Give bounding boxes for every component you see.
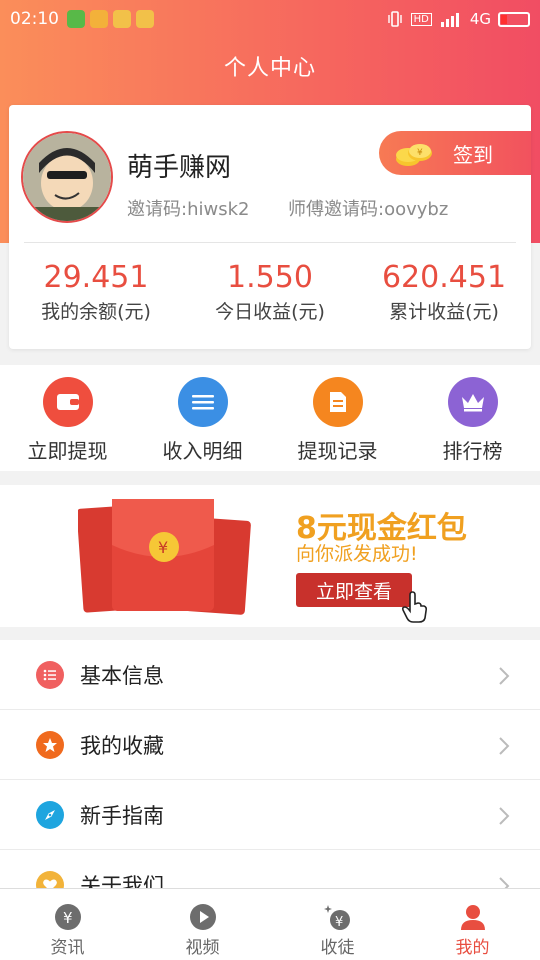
app-notify-icon (113, 10, 131, 28)
withdraw-button[interactable]: 立即提现 (0, 365, 135, 471)
chevron-right-icon (499, 737, 510, 755)
signin-label: 签到 (453, 142, 493, 167)
tab-mine[interactable]: 我的 (405, 889, 540, 960)
menu-label: 我的收藏 (80, 733, 164, 758)
network-label: 4G (469, 10, 491, 28)
yuan-coin-icon: ¥ (54, 904, 81, 930)
menu-item-favorites[interactable]: 我的收藏 (0, 710, 540, 780)
menu-list: 基本信息 我的收藏 新手指南 关于我们 (0, 640, 540, 920)
stat-value: 29.451 (43, 260, 149, 295)
leaderboard-button[interactable]: 排行榜 (405, 365, 540, 471)
tab-label: 视频 (185, 938, 220, 958)
user-icon (460, 905, 485, 930)
action-label: 提现记录 (297, 439, 378, 463)
tab-label: 收徒 (320, 938, 355, 958)
master-invite-code: 师傅邀请码:oovybz (288, 199, 449, 220)
signal-icon (440, 13, 459, 27)
tab-video[interactable]: 视频 (135, 889, 270, 960)
tab-apprentice[interactable]: ¥ 收徒 (270, 889, 405, 960)
battery-icon (498, 11, 530, 27)
avatar-image (23, 133, 111, 221)
stat-value: 620.451 (381, 260, 507, 295)
invite-code: 邀请码:hiwsk2 (127, 199, 250, 220)
tab-label: 资讯 (50, 938, 85, 958)
apprentice-icon: ¥ (323, 905, 350, 930)
red-packet-banner[interactable]: ¥ 8元现金红包 向你派发成功! 立即查看 (0, 485, 540, 627)
wallet-icon (42, 377, 93, 427)
total-income-stat[interactable]: 620.451 累计收益(元) (357, 260, 531, 324)
tab-news[interactable]: ¥ 资讯 (0, 889, 135, 960)
info-list-icon (36, 660, 64, 689)
avatar[interactable] (21, 131, 113, 223)
action-label: 立即提现 (27, 439, 108, 463)
quick-actions: 立即提现 收入明细 提现记录 排行榜 (0, 365, 540, 471)
username: 萌手赚网 (127, 153, 232, 183)
signin-button[interactable]: ¥ 签到 (379, 131, 531, 175)
stats-row: 29.451 我的余额(元) 1.550 今日收益(元) 620.451 累计收… (9, 260, 531, 324)
list-icon (177, 377, 228, 427)
svg-text:¥: ¥ (417, 148, 423, 158)
stat-value: 1.550 (227, 260, 313, 295)
bottom-tab-bar: ¥ 资讯 视频 ¥ 收徒 我的 (0, 888, 540, 960)
profile-card: 萌手赚网 邀请码:hiwsk2 师傅邀请码:oovybz ¥ 签到 29.451… (9, 105, 531, 349)
chevron-right-icon (499, 667, 510, 685)
view-now-button[interactable]: 立即查看 (296, 573, 412, 607)
menu-label: 新手指南 (80, 803, 164, 828)
hand-pointer-icon (401, 591, 428, 623)
hd-badge: HD (410, 12, 432, 26)
wechat-icon (67, 10, 85, 28)
action-label: 排行榜 (442, 439, 503, 463)
coins-icon: ¥ (396, 144, 432, 166)
menu-label: 基本信息 (80, 663, 164, 688)
page-title: 个人中心 (223, 56, 316, 81)
app-notify-icon (90, 10, 108, 28)
stat-label: 我的余额(元) (41, 301, 151, 323)
crown-icon (447, 377, 498, 427)
withdraw-record-button[interactable]: 提现记录 (270, 365, 405, 471)
balance-stat[interactable]: 29.451 我的余额(元) (9, 260, 183, 324)
play-icon (189, 904, 216, 930)
compass-icon (36, 800, 64, 829)
divider (24, 242, 516, 243)
stat-label: 今日收益(元) (215, 301, 325, 323)
banner-subtitle: 向你派发成功! (296, 543, 418, 565)
status-time: 02:10 (10, 9, 59, 29)
stat-label: 累计收益(元) (389, 301, 499, 323)
chevron-right-icon (499, 807, 510, 825)
star-icon (36, 730, 64, 759)
vibrate-icon (387, 11, 402, 27)
document-icon (312, 377, 363, 427)
coin-symbol: ¥ (158, 538, 168, 557)
svg-text:¥: ¥ (63, 909, 73, 927)
app-notify-icon (136, 10, 154, 28)
today-income-stat[interactable]: 1.550 今日收益(元) (183, 260, 357, 324)
red-envelope-icon: ¥ (78, 499, 251, 615)
menu-item-guide[interactable]: 新手指南 (0, 780, 540, 850)
tab-label: 我的 (455, 938, 490, 958)
income-detail-button[interactable]: 收入明细 (135, 365, 270, 471)
svg-text:¥: ¥ (335, 915, 343, 930)
status-bar: 02:10 HD 4G (0, 0, 540, 38)
action-label: 收入明细 (162, 439, 243, 463)
menu-item-basic-info[interactable]: 基本信息 (0, 640, 540, 710)
